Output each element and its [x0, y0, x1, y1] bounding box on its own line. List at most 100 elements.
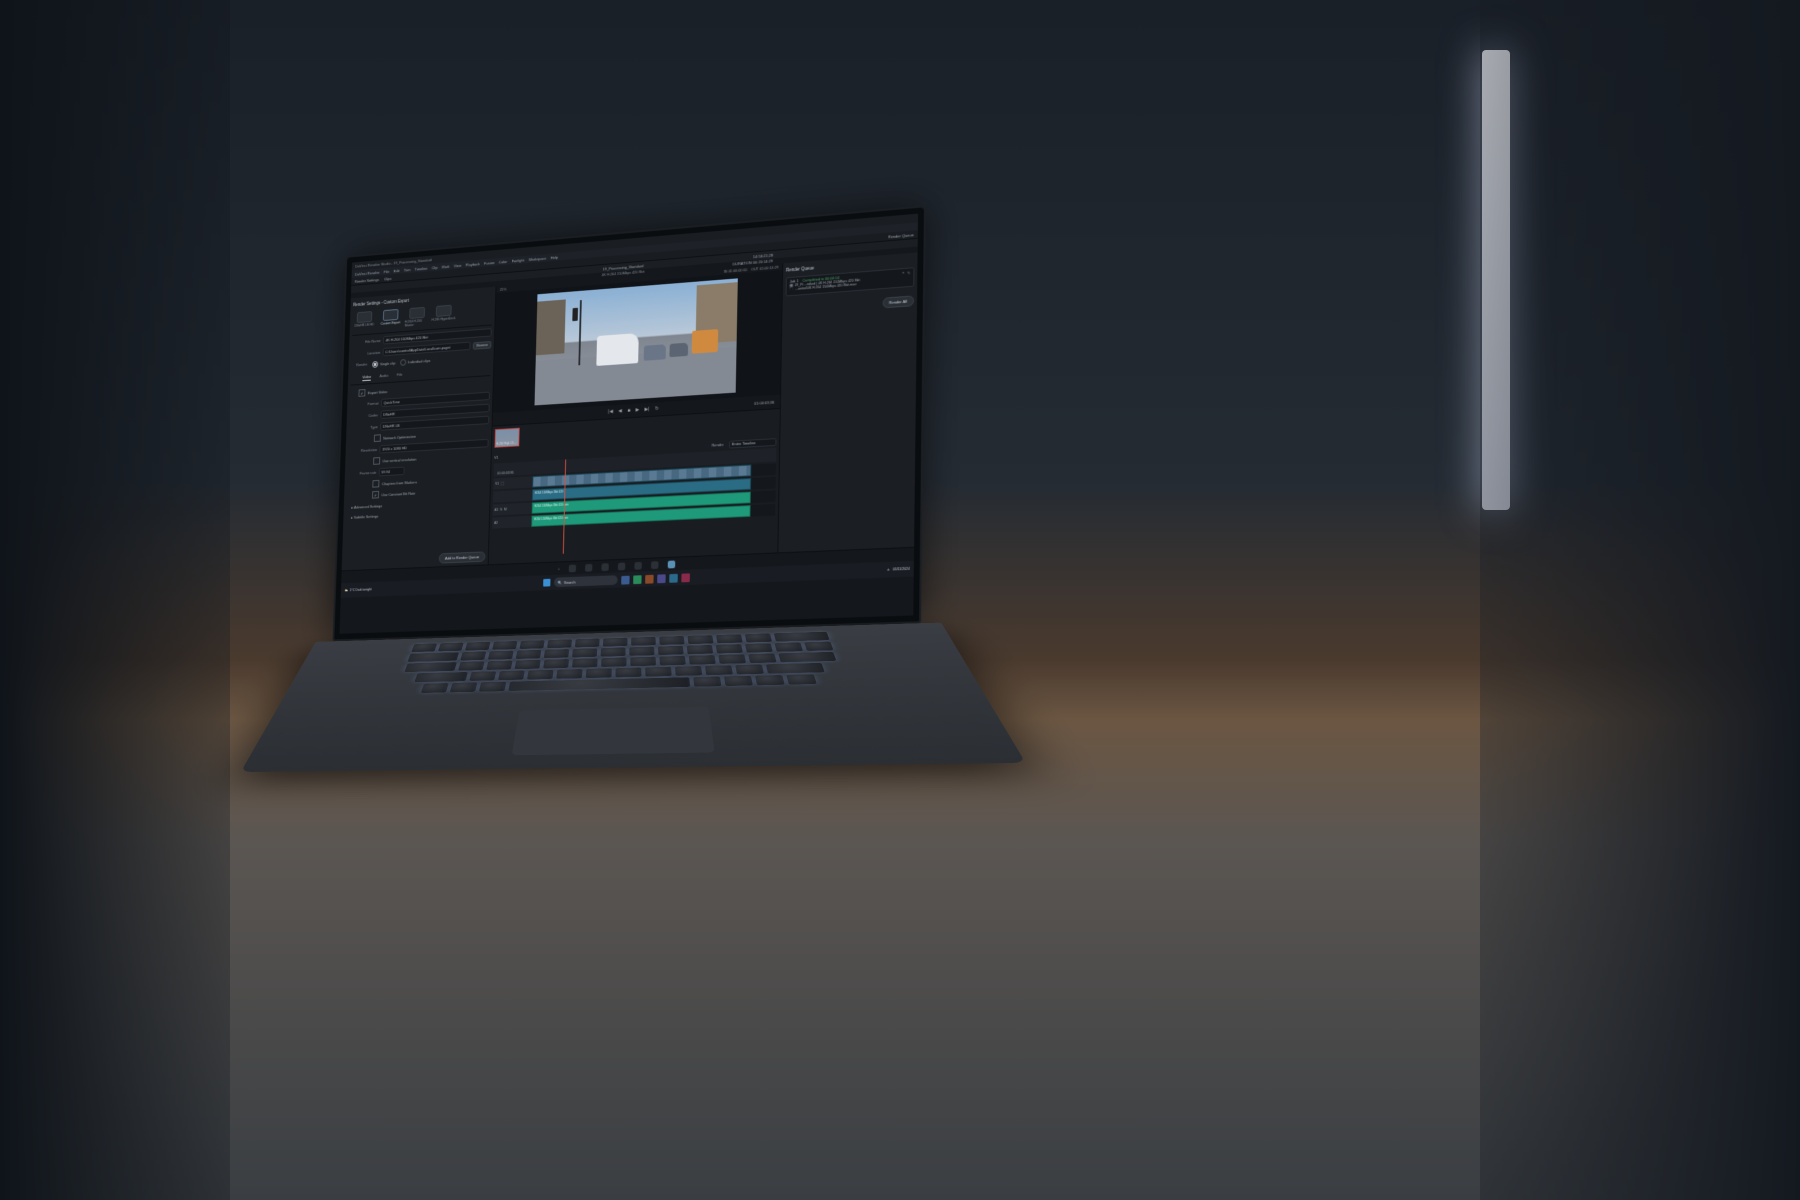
preset-custom-export[interactable]: Custom Export — [378, 309, 402, 330]
scene-building — [536, 299, 566, 355]
page-deliver[interactable] — [668, 560, 676, 568]
menu-item[interactable]: Playback — [466, 261, 480, 267]
render-scope-dropdown[interactable]: Entire Timeline — [729, 438, 777, 448]
track-header-a2[interactable]: A2 — [492, 516, 531, 529]
scene-car — [644, 344, 666, 361]
weather-text: 1°C Dark tonight — [350, 588, 372, 593]
loop-button[interactable]: ↻ — [655, 406, 659, 412]
render-queue-panel: Render Queue Job 1 Completed in 00:04:04… — [777, 252, 917, 552]
track-header-v1[interactable]: V1 ⬚ — [493, 476, 532, 489]
location-label: Location — [351, 350, 380, 357]
task-app-icon[interactable] — [657, 574, 666, 583]
task-app-icon[interactable] — [669, 573, 678, 582]
radio-single-clip[interactable]: Single clip — [372, 360, 395, 368]
menu-item[interactable]: Help — [551, 254, 558, 259]
playhead-timecode: 01:00:03;36 — [754, 399, 774, 405]
tab-audio[interactable]: Audio — [379, 373, 388, 380]
clip-thumbnail[interactable]: H.264 High LS… — [495, 428, 520, 448]
clock[interactable]: 05/11/2024 — [893, 567, 910, 572]
page-fusion[interactable] — [618, 562, 626, 570]
pencil-icon[interactable]: ✎ — [907, 270, 910, 275]
scene-van — [596, 333, 638, 366]
page-color[interactable] — [635, 561, 643, 569]
preset-h265[interactable]: H.265 HyperDeck — [431, 304, 456, 325]
menu-item[interactable]: View — [454, 263, 462, 268]
scene-pole — [578, 300, 581, 365]
close-icon[interactable]: × — [902, 271, 904, 275]
next-frame-button[interactable]: ▶| — [645, 407, 650, 413]
laptop-screen-bezel: DaVinci Resolve Studio - 19_Processing_S… — [333, 205, 926, 641]
laptop-screen: DaVinci Resolve Studio - 19_Processing_S… — [340, 214, 918, 634]
viewer[interactable] — [493, 270, 782, 413]
viewer-and-timeline: 25% IN 01:00:00:00 OUT 01:00:14:29 — [489, 263, 783, 564]
folder-icon: 🗀 — [789, 287, 792, 293]
search-icon: 🔍 — [558, 580, 563, 585]
codec-label: Codec — [349, 413, 378, 419]
laptop: DaVinci Resolve Studio - 19_Processing_S… — [325, 173, 1300, 850]
toolbar-clips[interactable]: Clips — [384, 276, 392, 281]
scene-traffic-light — [572, 308, 578, 321]
menu-item[interactable]: Color — [499, 259, 507, 264]
track-header-blank — [493, 489, 532, 502]
task-app-icon[interactable] — [681, 573, 690, 582]
first-frame-button[interactable]: |◀ — [608, 409, 613, 415]
lock-icon[interactable]: ⬚ — [501, 482, 504, 486]
timeline-panel: H.264 High LS… V1 Render Entire Timeline… — [489, 408, 780, 564]
format-label: Format — [350, 401, 379, 407]
deliver-layout: Render Settings - Custom Export DNxHR LB… — [342, 252, 918, 570]
page-media[interactable] — [569, 564, 576, 572]
menu-item[interactable]: File — [384, 269, 390, 274]
tab-video[interactable]: Video — [362, 374, 371, 381]
page-fairlight[interactable] — [651, 561, 659, 569]
radio-individual-clips[interactable]: Individual clips — [400, 357, 430, 366]
ruler-timecode: 01:00:03:36 — [497, 471, 513, 476]
home-button[interactable]: ⌂ — [558, 566, 560, 571]
menu-item[interactable]: Fairlight — [512, 257, 525, 263]
stop-button[interactable]: ■ — [627, 408, 630, 414]
filename-label: File Name — [352, 338, 381, 345]
foreground-blur-right — [1480, 0, 1800, 1200]
menu-item[interactable]: Fusion — [484, 260, 495, 265]
viewer-zoom[interactable]: 25% — [500, 287, 507, 291]
menu-item[interactable]: Clip — [432, 265, 438, 270]
menu-item[interactable]: Edit — [394, 268, 400, 273]
track-header-a1[interactable]: A1 S M — [493, 503, 532, 516]
tab-file[interactable]: File — [397, 372, 403, 379]
page-edit[interactable] — [602, 563, 609, 571]
browse-button[interactable]: Browse — [473, 341, 491, 350]
task-explorer-icon[interactable] — [621, 575, 629, 584]
frame-rate-label: Frame rate — [347, 470, 376, 476]
preset-dnxhr[interactable]: DNxHR LB HD — [352, 311, 376, 332]
menu-item[interactable]: Trim — [404, 267, 411, 272]
viewer-frame — [535, 278, 738, 405]
laptop-keyboard — [241, 623, 1026, 772]
menu-item[interactable]: Mark — [442, 264, 450, 269]
solo-icon[interactable]: M — [504, 508, 507, 512]
start-button[interactable] — [543, 579, 550, 587]
taskbar-widgets[interactable]: ⛅ 1°C Dark tonight — [344, 588, 371, 593]
render-scope-label: Render — [712, 443, 724, 447]
menu-item[interactable]: Timeline — [415, 266, 428, 272]
taskbar-tray[interactable]: ⏶ 05/11/2024 — [887, 567, 910, 572]
h265-icon — [436, 305, 452, 317]
page-cut[interactable] — [585, 563, 592, 571]
render-group-label: Render — [356, 362, 367, 369]
toolbar-render-queue[interactable]: Render Queue — [888, 232, 914, 239]
task-resolve-icon[interactable] — [645, 574, 654, 583]
add-to-render-queue-button[interactable]: Add to Render Queue — [439, 551, 486, 563]
frame-rate-dropdown[interactable]: 59.94 — [379, 467, 405, 477]
task-edge-icon[interactable] — [633, 575, 641, 584]
play-button[interactable]: ▶ — [636, 407, 640, 413]
type-label: Type — [349, 425, 378, 431]
trackpad — [512, 707, 715, 756]
mute-icon[interactable]: S — [500, 508, 502, 512]
render-all-button[interactable]: Render All — [882, 295, 914, 308]
wifi-icon[interactable]: ⏶ — [887, 568, 890, 572]
preset-h264[interactable]: H.264 H.264 Master — [405, 307, 430, 328]
search-placeholder: Search — [564, 579, 576, 584]
taskbar-search[interactable]: 🔍 Search — [554, 575, 618, 587]
toolbar-render-settings[interactable]: Render Settings — [355, 277, 379, 284]
render-settings-panel: Render Settings - Custom Export DNxHR LB… — [342, 287, 497, 571]
export-icon — [383, 309, 399, 321]
prev-frame-button[interactable]: ◀ — [618, 408, 622, 414]
